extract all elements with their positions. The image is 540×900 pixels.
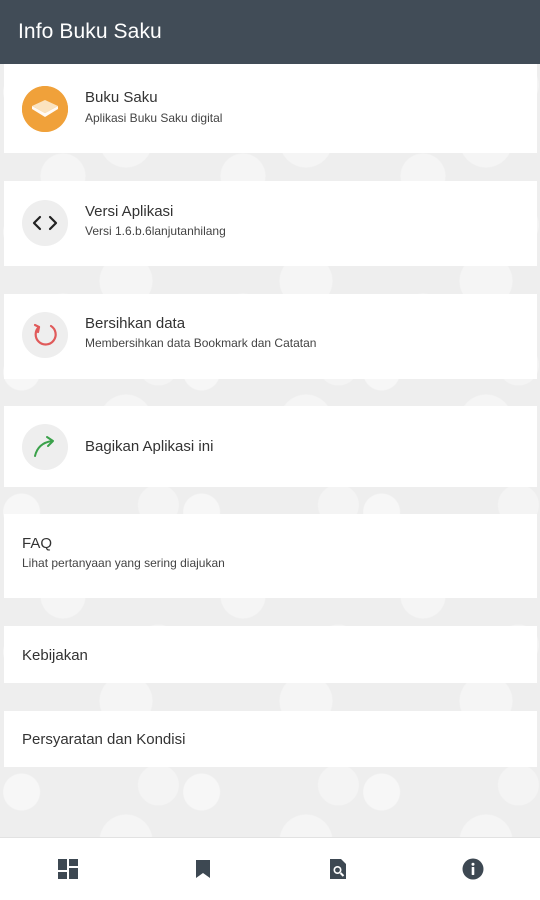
card-subtitle: Aplikasi Buku Saku digital [85, 111, 223, 125]
card-buku-saku[interactable]: Buku Saku Aplikasi Buku Saku digital [4, 64, 537, 153]
card-subtitle: Membersihkan data Bookmark dan Catatan [85, 336, 317, 350]
card-kebijakan[interactable]: Kebijakan [4, 626, 537, 683]
card-title: Kebijakan [22, 647, 88, 664]
card-title: FAQ [22, 535, 53, 552]
refresh-icon [22, 312, 68, 358]
nav-info-button[interactable] [405, 838, 540, 900]
app-bar-title: Info Buku Saku [18, 20, 162, 43]
card-subtitle: Versi 1.6.b.6lanjutanhilang [85, 224, 226, 238]
card-faq[interactable]: FAQ Lihat pertanyaan yang sering diajuka… [4, 514, 537, 598]
dashboard-icon [57, 859, 78, 879]
bookmark-icon [195, 860, 210, 878]
card-title: Bagikan Aplikasi ini [85, 438, 214, 455]
card-bagikan-aplikasi[interactable]: Bagikan Aplikasi ini [4, 406, 537, 487]
search-document-icon [329, 859, 346, 879]
card-persyaratan-kondisi[interactable]: Persyaratan dan Kondisi [4, 711, 537, 767]
card-title: Versi Aplikasi [85, 203, 174, 220]
info-icon [462, 858, 483, 880]
bottom-navigation [0, 837, 540, 900]
card-subtitle: Lihat pertanyaan yang sering diajukan [22, 556, 225, 570]
card-title: Bersihkan data [85, 315, 186, 332]
code-icon [22, 200, 68, 246]
book-open-icon [22, 86, 68, 132]
nav-bookmark-button[interactable] [135, 838, 270, 900]
nav-search-button[interactable] [270, 838, 405, 900]
app-bar: Info Buku Saku [0, 0, 540, 64]
card-bersihkan-data[interactable]: Bersihkan data Membersihkan data Bookmar… [4, 294, 537, 379]
card-versi-aplikasi[interactable]: Versi Aplikasi Versi 1.6.b.6lanjutanhila… [4, 181, 537, 266]
card-title: Persyaratan dan Kondisi [22, 731, 186, 748]
content-area: Buku Saku Aplikasi Buku Saku digital Ver… [0, 64, 540, 837]
card-title: Buku Saku [85, 89, 158, 106]
share-arrow-icon [22, 424, 68, 470]
nav-dashboard-button[interactable] [0, 838, 135, 900]
